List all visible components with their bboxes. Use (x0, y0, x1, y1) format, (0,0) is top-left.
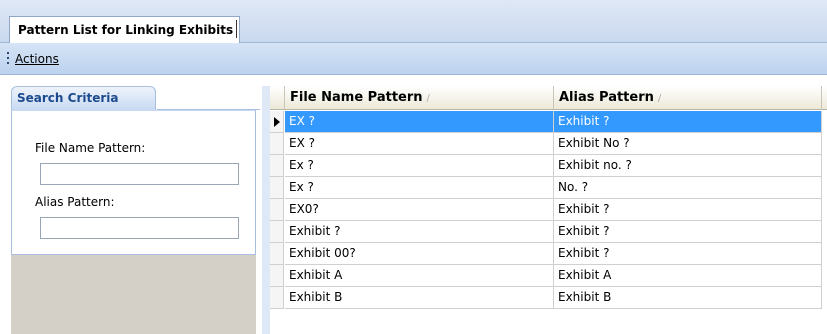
table-row[interactable]: Ex ? No. ? (270, 177, 827, 199)
row-selector[interactable] (270, 155, 284, 177)
table-row[interactable]: EX0? Exhibit ? (270, 199, 827, 221)
table-row[interactable]: Exhibit ? Exhibit ? (270, 221, 827, 243)
search-form: File Name Pattern: Alias Pattern: (11, 110, 256, 255)
row-selector[interactable] (270, 111, 284, 133)
alias-pattern-cell[interactable]: Exhibit ? (554, 111, 822, 133)
file-name-pattern-label: File Name Pattern: (35, 141, 146, 155)
row-selector[interactable] (270, 199, 284, 221)
actions-toolbar: Actions (0, 43, 827, 75)
search-criteria-panel: Search Criteria File Name Pattern: Alias… (7, 86, 260, 334)
table-row[interactable]: EX ? Exhibit ? (270, 111, 827, 133)
row-selector[interactable] (270, 243, 284, 265)
alias-pattern-label: Alias Pattern: (35, 195, 115, 209)
tab-title: Pattern List for Linking Exhibits (18, 23, 234, 37)
alias-pattern-input[interactable] (40, 217, 239, 239)
row-selector-header (270, 86, 285, 110)
toolbar-grip-icon[interactable] (7, 52, 10, 66)
row-selector[interactable] (270, 265, 284, 287)
file-name-pattern-cell[interactable]: EX0? (285, 199, 554, 221)
file-name-pattern-cell[interactable]: Ex ? (285, 177, 554, 199)
file-name-pattern-cell[interactable]: Ex ? (285, 155, 554, 177)
alias-pattern-cell[interactable]: Exhibit ? (554, 221, 822, 243)
table-row[interactable]: EX ? Exhibit No ? (270, 133, 827, 155)
sort-indicator-icon: / (426, 93, 430, 104)
sort-indicator-icon: / (657, 93, 662, 104)
alias-pattern-cell[interactable]: Exhibit A (554, 265, 822, 287)
tab-divider (236, 20, 238, 38)
table-row[interactable]: Exhibit A Exhibit A (270, 265, 827, 287)
file-name-pattern-cell[interactable]: Exhibit B (285, 287, 554, 309)
row-selector[interactable] (270, 221, 284, 243)
table-row[interactable]: Ex ? Exhibit no. ? (270, 155, 827, 177)
alias-pattern-cell[interactable]: Exhibit No ? (554, 133, 822, 155)
alias-pattern-cell[interactable]: Exhibit ? (554, 243, 822, 265)
alias-pattern-cell[interactable]: Exhibit B (554, 287, 822, 309)
row-selector[interactable] (270, 177, 284, 199)
file-name-pattern-cell[interactable]: EX ? (285, 133, 554, 155)
alias-pattern-cell[interactable]: No. ? (554, 177, 822, 199)
pattern-grid: File Name Pattern / Alias Pattern / EX ? E… (270, 86, 827, 334)
tab-pattern-list[interactable]: Pattern List for Linking Exhibits (9, 16, 241, 43)
table-row[interactable]: Exhibit 00? Exhibit ? (270, 243, 827, 265)
grid-header: File Name Pattern / Alias Pattern / (270, 86, 827, 110)
panel-splitter[interactable] (262, 86, 270, 334)
current-row-arrow-icon (274, 117, 280, 127)
table-row[interactable]: Exhibit B Exhibit B (270, 287, 827, 309)
panel-empty-area (11, 255, 256, 334)
column-header-label: File Name Pattern (290, 90, 423, 105)
column-header-alias-pattern[interactable]: Alias Pattern / (554, 86, 822, 110)
column-header-label: Alias Pattern (559, 90, 654, 105)
search-criteria-tab[interactable]: Search Criteria (11, 86, 156, 110)
alias-pattern-cell[interactable]: Exhibit no. ? (554, 155, 822, 177)
column-header-file-name-pattern[interactable]: File Name Pattern / (285, 86, 554, 110)
row-selector[interactable] (270, 287, 284, 309)
file-name-pattern-cell[interactable]: Exhibit ? (285, 221, 554, 243)
document-tab-strip: Pattern List for Linking Exhibits (0, 0, 827, 43)
row-selector[interactable] (270, 133, 284, 155)
file-name-pattern-cell[interactable]: EX ? (285, 111, 554, 133)
file-name-pattern-input[interactable] (40, 163, 239, 185)
actions-menu[interactable]: Actions (15, 52, 59, 66)
alias-pattern-cell[interactable]: Exhibit ? (554, 199, 822, 221)
file-name-pattern-cell[interactable]: Exhibit 00? (285, 243, 554, 265)
file-name-pattern-cell[interactable]: Exhibit A (285, 265, 554, 287)
